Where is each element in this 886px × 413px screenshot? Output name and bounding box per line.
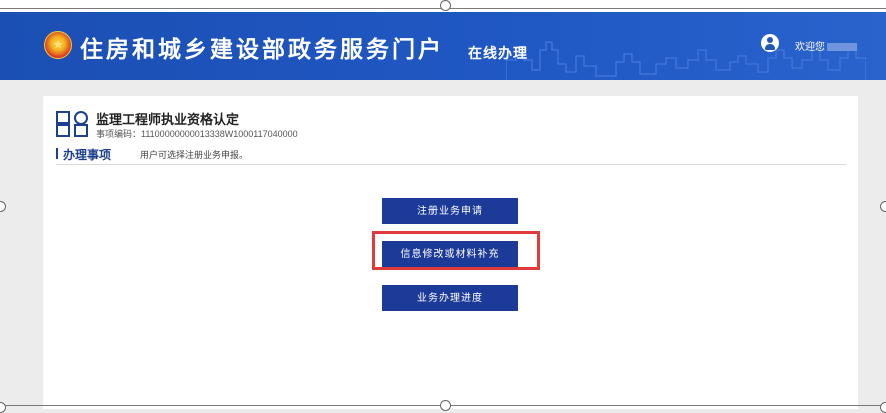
resize-handle-left[interactable] [0,201,6,212]
section-divider [56,164,846,165]
national-emblem-icon: ★ [44,31,72,59]
item-title: 监理工程师执业资格认定 [96,112,240,127]
progress-query-button[interactable]: 业务办理进度 [382,285,518,311]
welcome-text: 欢迎您 [795,38,857,53]
item-code: 事项编码：11100000000013338W1000117040000 [96,129,298,139]
site-header: ★ 住房和城乡建设部政务服务门户 在线办理 欢迎您 [0,12,886,80]
redacted-username [827,43,857,52]
content-card: 监理工程师执业资格认定 事项编码：11100000000013338W10001… [43,96,858,409]
resize-handle-bottom-right[interactable] [880,402,886,413]
section-title: 办理事项 [63,148,112,162]
resize-handle-bottom[interactable] [440,400,451,411]
welcome-label: 欢迎您 [795,42,825,53]
resize-handle-top[interactable] [440,0,451,11]
section-marker [56,148,58,159]
info-modify-supplement-button[interactable]: 信息修改或材料补充 [382,241,518,267]
user-avatar-icon[interactable] [761,34,779,52]
site-title: 住房和城乡建设部政务服务门户 [80,36,444,62]
grid-apps-icon [56,111,90,137]
resize-handle-bottom-left[interactable] [0,402,6,413]
section-note: 用户可选择注册业务申报。 [140,150,249,160]
register-application-button[interactable]: 注册业务申请 [382,198,518,224]
resize-handle-right[interactable] [880,201,886,212]
online-service-link[interactable]: 在线办理 [468,43,528,63]
